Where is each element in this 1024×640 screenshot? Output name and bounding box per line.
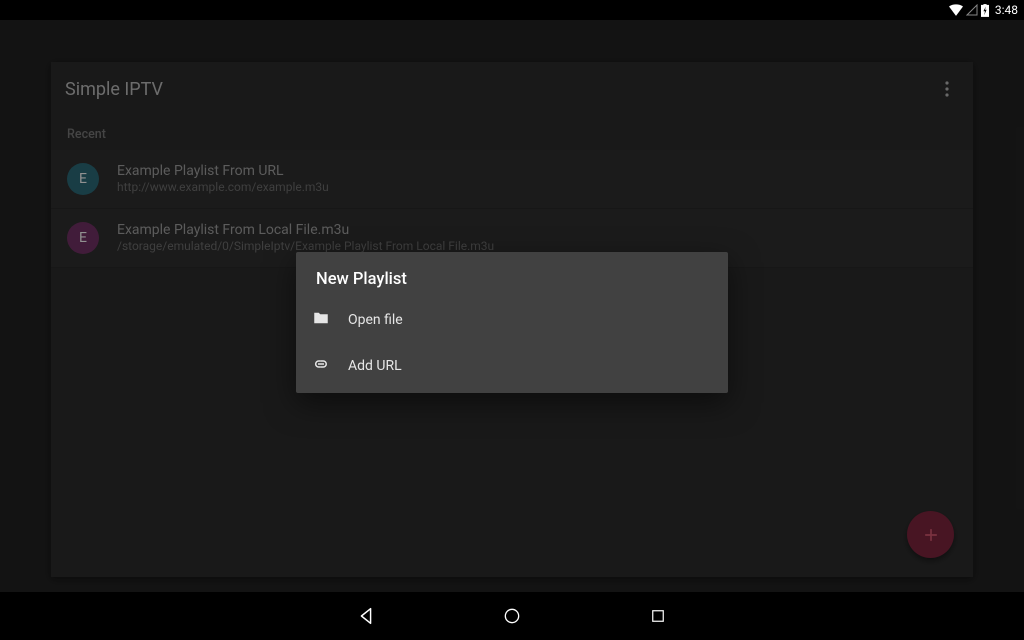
avatar: E	[67, 222, 99, 254]
avatar-initial: E	[79, 171, 87, 187]
item-title: Example Playlist From Local File.m3u	[117, 221, 957, 239]
link-icon	[312, 355, 330, 377]
more-vert-icon	[945, 81, 949, 97]
dialog-option-add-url[interactable]: Add URL	[296, 343, 728, 393]
folder-icon	[312, 309, 330, 331]
playlist-item[interactable]: E Example Playlist From URL http://www.e…	[51, 150, 973, 209]
dialog-option-label: Add URL	[348, 358, 402, 374]
dialog-title: New Playlist	[296, 252, 728, 297]
item-subtitle: http://www.example.com/example.m3u	[117, 180, 957, 196]
nav-home-button[interactable]	[499, 603, 525, 629]
avatar-initial: E	[79, 230, 87, 246]
new-playlist-dialog: New Playlist Open file Add URL	[296, 252, 728, 393]
plus-icon	[921, 525, 941, 545]
overflow-menu-button[interactable]	[935, 77, 959, 101]
dialog-option-open-file[interactable]: Open file	[296, 297, 728, 343]
status-bar: 3:48	[0, 0, 1024, 20]
wifi-icon	[949, 4, 963, 16]
status-time: 3:48	[995, 3, 1018, 17]
recent-square-icon	[649, 607, 667, 625]
back-triangle-icon	[355, 605, 377, 627]
item-texts: Example Playlist From URL http://www.exa…	[117, 162, 957, 196]
nav-back-button[interactable]	[353, 603, 379, 629]
home-circle-icon	[502, 606, 522, 626]
item-title: Example Playlist From URL	[117, 162, 957, 180]
cell-signal-icon	[966, 4, 978, 16]
nav-recent-button[interactable]	[645, 603, 671, 629]
section-label-recent: Recent	[51, 116, 973, 150]
battery-charging-icon	[981, 4, 989, 17]
app-title: Simple IPTV	[65, 79, 935, 100]
item-texts: Example Playlist From Local File.m3u /st…	[117, 221, 957, 255]
dialog-option-label: Open file	[348, 312, 403, 328]
avatar: E	[67, 163, 99, 195]
fab-add-button[interactable]	[907, 511, 954, 558]
navigation-bar	[0, 592, 1024, 640]
app-bar: Simple IPTV	[51, 62, 973, 116]
